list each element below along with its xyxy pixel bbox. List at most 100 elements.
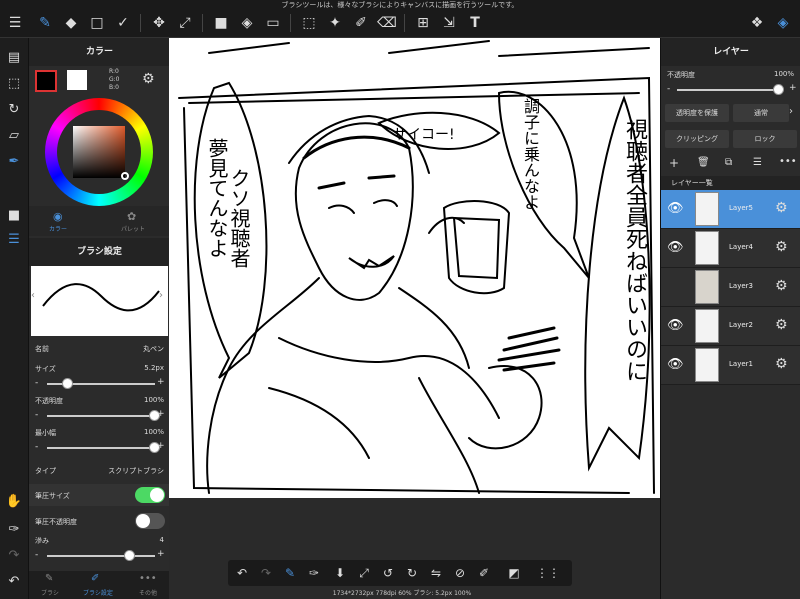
select-tool-icon[interactable]: ⬚ <box>298 12 320 34</box>
undo-icon[interactable]: ↶ <box>3 570 25 592</box>
eyedropper-icon[interactable]: ✑ <box>304 563 324 583</box>
lasso-fill-icon[interactable]: ✎ <box>280 563 300 583</box>
layer2-visibility-eye-icon[interactable]: 👁 <box>667 318 684 333</box>
smoothing-slider[interactable] <box>47 555 155 557</box>
operation-tool-icon[interactable]: ⇲ <box>438 12 460 34</box>
layer1-visibility-eye-icon[interactable]: 👁 <box>667 357 684 372</box>
rectangle-tool-icon[interactable]: □ <box>86 12 108 34</box>
layer-row-3[interactable]: Layer3 ⚙ <box>661 268 800 307</box>
color-picker-handle[interactable] <box>121 172 129 180</box>
hand-icon[interactable]: ✋ <box>3 490 25 512</box>
saturation-value-square[interactable] <box>73 126 125 178</box>
eraser-tool-icon[interactable]: ◆ <box>60 12 82 34</box>
brush-tool-icon[interactable]: ✎ <box>34 12 56 34</box>
layer2-settings-gear-icon[interactable]: ⚙ <box>775 317 788 333</box>
smoothing-plus-icon[interactable]: + <box>157 549 165 559</box>
fullscreen-icon[interactable]: ◩ <box>504 563 524 583</box>
import-icon[interactable]: ⬇ <box>330 563 350 583</box>
ruler-icon[interactable]: ▱ <box>3 124 25 146</box>
rotate-left-icon[interactable]: ↺ <box>378 563 398 583</box>
selection-icon[interactable]: ⬚ <box>3 72 25 94</box>
layer-opacity-minus-icon[interactable]: - <box>667 84 670 94</box>
brush-tab-icon[interactable]: ✎ <box>45 573 53 584</box>
transform-tool-icon[interactable]: ⤢ <box>174 12 196 34</box>
eyedropper-icon[interactable]: ✑ <box>3 518 25 540</box>
layer5-settings-gear-icon[interactable]: ⚙ <box>775 200 788 216</box>
opacity-plus-icon[interactable]: + <box>157 409 165 419</box>
select-pen-icon[interactable]: ✐ <box>350 12 372 34</box>
min-width-minus-icon[interactable]: - <box>35 442 38 452</box>
undo-icon[interactable]: ↶ <box>232 563 252 583</box>
layer-row-1[interactable]: 👁 Layer1 ⚙ <box>661 346 800 385</box>
transform-icon[interactable]: ⤢ <box>354 563 374 583</box>
frame-divider-icon[interactable]: ⊞ <box>412 12 434 34</box>
min-width-plus-icon[interactable]: + <box>157 441 165 451</box>
color-tab-icon[interactable]: ◉ <box>53 210 63 223</box>
brush-settings-tab-label[interactable]: ブラシ設定 <box>83 588 113 597</box>
opacity-slider[interactable] <box>47 415 155 417</box>
delete-layer-icon[interactable]: 🗑 <box>697 157 710 168</box>
layer-row-2[interactable]: 👁 Layer2 ⚙ <box>661 307 800 346</box>
more-tab-icon[interactable]: ••• <box>139 573 157 584</box>
layer-opacity-knob[interactable] <box>773 84 784 95</box>
duplicate-layer-icon[interactable]: ⧉ <box>725 157 732 168</box>
background-color-swatch[interactable] <box>67 70 87 90</box>
select-eraser-icon[interactable]: ⌫ <box>376 12 398 34</box>
more-tab-label[interactable]: その他 <box>139 588 157 597</box>
pressure-opacity-toggle[interactable] <box>135 513 165 529</box>
lock-button[interactable]: ロック <box>733 130 797 148</box>
layer-row-5[interactable]: 👁 Layer5 ⚙ <box>661 190 800 229</box>
preview-prev-chevron-icon[interactable]: ‹ <box>31 290 35 301</box>
foreground-color-swatch[interactable] <box>35 70 57 92</box>
pen-settings-icon[interactable]: ✒ <box>3 150 25 172</box>
gradient-tool-icon[interactable]: ▭ <box>262 12 284 34</box>
pages-icon[interactable]: ▤ <box>3 46 25 68</box>
drawing-canvas[interactable]: 夢見てんなよ クソ視聴者 サイコー! 調子に乗んなよ 視聴者全員死ねばいいのに <box>169 38 660 498</box>
brush-tab-label[interactable]: ブラシ <box>41 588 59 597</box>
rotate-icon[interactable]: ↻ <box>3 98 25 120</box>
brush-settings-tab-icon[interactable]: ✐ <box>91 573 99 584</box>
smoothing-minus-icon[interactable]: - <box>35 550 38 560</box>
size-slider-knob[interactable] <box>62 378 74 389</box>
layer-list-icon[interactable]: ☰ <box>753 157 762 168</box>
redo-icon[interactable]: ↷ <box>3 544 25 566</box>
preview-next-chevron-icon[interactable]: › <box>159 290 163 301</box>
blend-chevron-icon[interactable]: › <box>789 106 793 117</box>
size-minus-icon[interactable]: - <box>35 378 38 388</box>
fill-color-icon[interactable]: ■ <box>210 12 232 34</box>
min-width-slider[interactable] <box>47 447 155 449</box>
pressure-size-toggle[interactable] <box>135 487 165 503</box>
palette-tab-icon[interactable]: ✿ <box>127 210 136 223</box>
layer-row-4[interactable]: 👁 Layer4 ⚙ <box>661 229 800 268</box>
add-layer-icon[interactable]: + <box>669 156 679 170</box>
layers-icon[interactable]: ◈ <box>772 12 794 34</box>
layer4-settings-gear-icon[interactable]: ⚙ <box>775 239 788 255</box>
layer3-settings-gear-icon[interactable]: ⚙ <box>775 278 788 294</box>
correction-tool-icon[interactable]: ✓ <box>112 12 134 34</box>
menu-icon[interactable]: ☰ <box>4 12 26 34</box>
magic-wand-icon[interactable]: ✦ <box>324 12 346 34</box>
protect-alpha-button[interactable]: 透明度を保護 <box>665 104 729 122</box>
deselect-icon[interactable]: ⊘ <box>450 563 470 583</box>
edit-selection-icon[interactable]: ✐ <box>474 563 494 583</box>
layer-opacity-slider[interactable] <box>677 89 783 91</box>
bucket-tool-icon[interactable]: ◈ <box>236 12 258 34</box>
color-swatch-icon[interactable]: ■ <box>3 204 25 226</box>
size-plus-icon[interactable]: + <box>157 377 165 387</box>
color-settings-gear-icon[interactable]: ⚙ <box>142 71 155 87</box>
clipping-button[interactable]: クリッピング <box>665 130 729 148</box>
color-tab-label[interactable]: カラー <box>49 224 67 233</box>
layer-more-icon[interactable]: ••• <box>779 156 797 167</box>
brush-list-icon[interactable]: ☰ <box>3 228 25 250</box>
blend-mode-button[interactable]: 通常 <box>733 104 789 122</box>
palette-tab-label[interactable]: パレット <box>121 224 145 233</box>
rotate-right-icon[interactable]: ↻ <box>402 563 422 583</box>
move-tool-icon[interactable]: ✥ <box>148 12 170 34</box>
redo-icon[interactable]: ↷ <box>256 563 276 583</box>
smoothing-slider-knob[interactable] <box>123 550 135 561</box>
opacity-minus-icon[interactable]: - <box>35 410 38 420</box>
layer4-visibility-eye-icon[interactable]: 👁 <box>667 240 684 255</box>
flip-icon[interactable]: ⇋ <box>426 563 446 583</box>
layer5-visibility-eye-icon[interactable]: 👁 <box>667 201 684 216</box>
layer1-settings-gear-icon[interactable]: ⚙ <box>775 356 788 372</box>
